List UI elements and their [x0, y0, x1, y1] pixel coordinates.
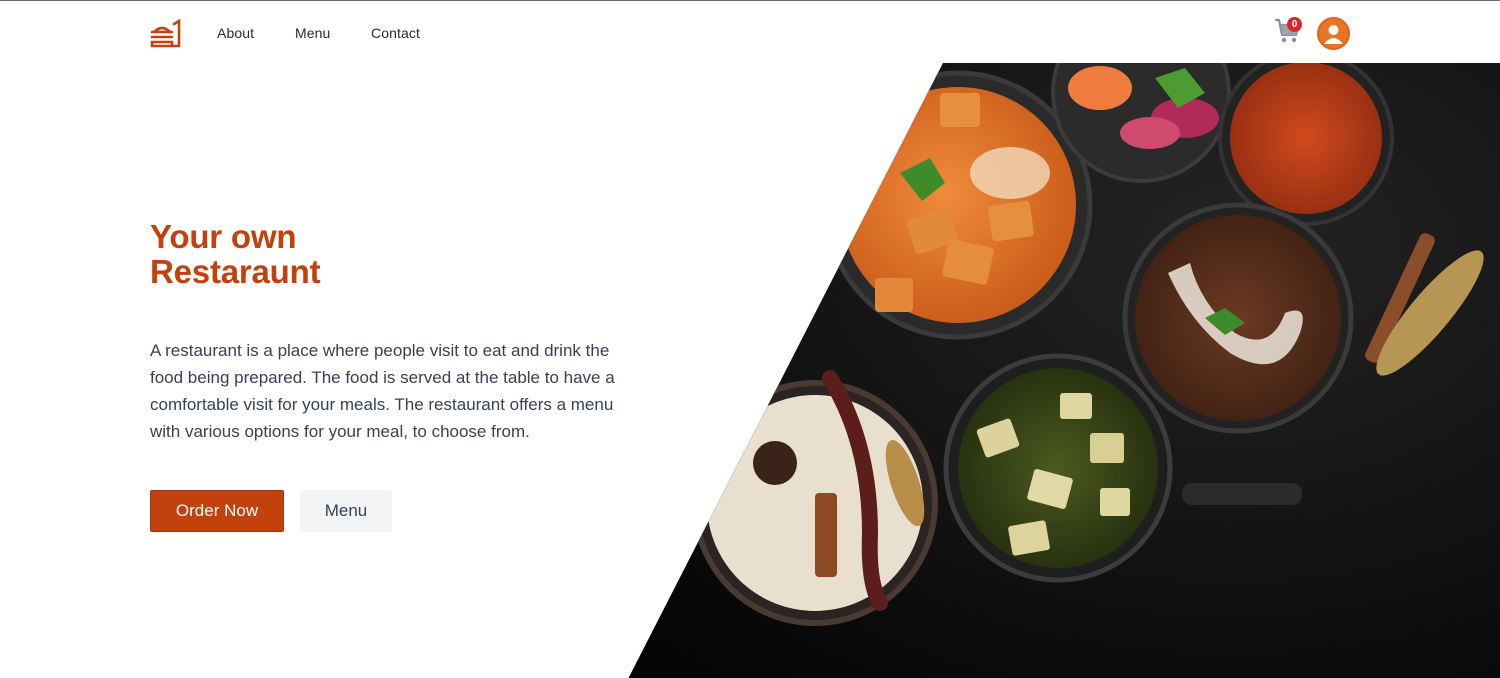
hero-title-line1: Your own	[150, 218, 297, 255]
order-now-button[interactable]: Order Now	[150, 490, 284, 532]
user-avatar-icon[interactable]	[1317, 17, 1350, 50]
nav-link-contact[interactable]: Contact	[371, 25, 420, 41]
restaurant-logo-icon[interactable]	[150, 18, 182, 48]
cart-count-badge: 0	[1287, 17, 1302, 32]
navbar: About Menu Contact 0	[0, 1, 1500, 63]
menu-button[interactable]: Menu	[300, 490, 392, 532]
hero-description: A restaurant is a place where people vis…	[150, 341, 615, 441]
hero-title: Your own Restaraunt	[150, 218, 321, 290]
nav-link-about[interactable]: About	[217, 25, 254, 41]
hero-title-line2: Restaraunt	[150, 253, 321, 290]
nav-link-menu[interactable]: Menu	[295, 25, 330, 41]
